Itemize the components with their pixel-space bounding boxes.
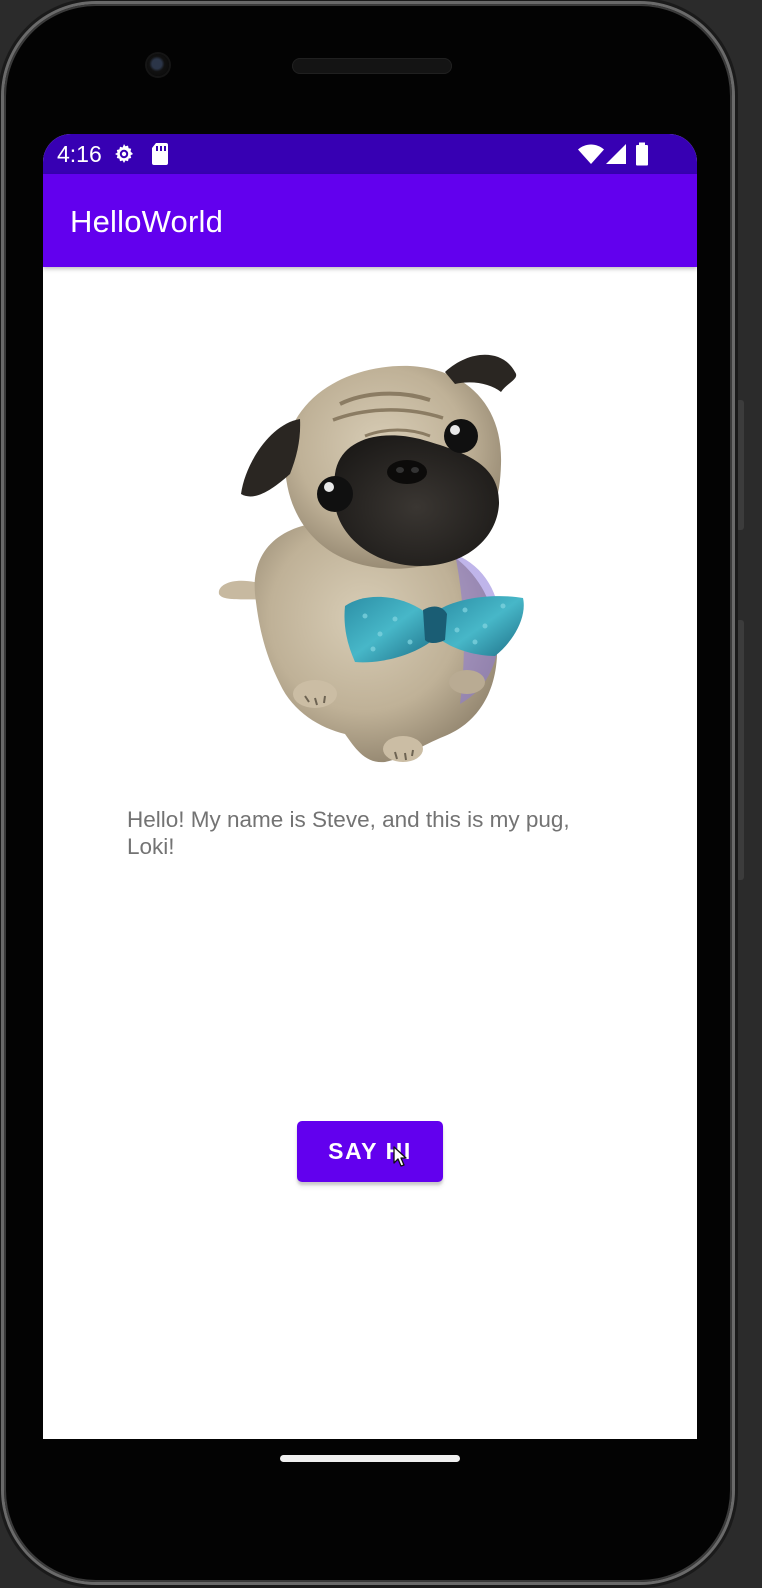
app-screen: 4:16 HelloWorld Hello! My name is Steve,… [43,134,697,1439]
status-time: 4:16 [57,141,102,167]
app-title: HelloWorld [70,204,224,239]
greeting-text: Hello! My name is Steve, and this is my … [127,807,570,859]
cell-signal-icon [606,144,626,164]
front-camera [147,54,169,76]
sd-card-icon [152,143,168,165]
phone-body: 4:16 HelloWorld Hello! My name is Steve,… [4,4,732,1582]
power-button[interactable] [736,400,744,530]
wifi-icon [578,144,604,164]
pug-photo [218,354,524,763]
volume-rocker[interactable] [736,620,744,880]
earpiece-speaker [292,58,452,74]
app-bar: HelloWorld [43,174,697,267]
status-bar: 4:16 [43,134,697,174]
mouse-pointer-icon [393,1146,407,1167]
device-frame-stage: 4:16 HelloWorld Hello! My name is Steve,… [0,0,762,1588]
say-hi-button[interactable]: SAY HI [297,1121,443,1182]
battery-icon [636,142,648,166]
settings-gear-icon [115,144,133,163]
home-indicator[interactable] [280,1455,460,1462]
